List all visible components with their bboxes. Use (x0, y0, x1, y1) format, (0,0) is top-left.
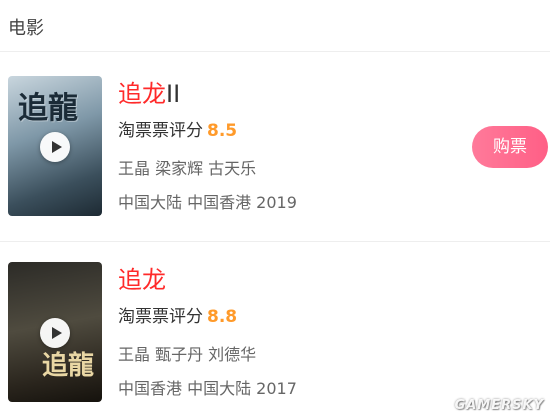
rating-label: 淘票票评分 (118, 307, 203, 327)
movie-region-year: 中国香港 中国大陆 2017 (118, 379, 297, 398)
movie-title[interactable]: 追龙II (118, 80, 180, 108)
movie-rating: 淘票票评分 8.8 (118, 306, 237, 328)
movie-title-text: 追龙 (118, 80, 166, 108)
movie-title[interactable]: 追龙 (118, 266, 166, 294)
movie-list-item[interactable]: 追龍 追龙II 淘票票评分 8.5 王晶 梁家辉 古天乐 中国大陆 中国香港 20… (0, 72, 550, 242)
movie-poster[interactable]: 追龍 (8, 262, 102, 402)
section-title: 电影 (8, 18, 44, 39)
movie-title-suffix: II (166, 80, 181, 108)
rating-label: 淘票票评分 (118, 121, 203, 141)
play-icon[interactable] (40, 318, 70, 348)
movie-list-item[interactable]: 追龍 追龙 淘票票评分 8.8 王晶 甄子丹 刘德华 中国香港 中国大陆 2017 (0, 258, 550, 417)
play-icon[interactable] (40, 132, 70, 162)
rating-score: 8.8 (207, 307, 238, 327)
watermark-logo: GAMERSKY (454, 398, 544, 413)
section-header: 电影 (0, 0, 550, 52)
buy-ticket-button[interactable]: 购票 (472, 126, 548, 168)
movie-poster[interactable]: 追龍 (8, 76, 102, 216)
rating-score: 8.5 (207, 121, 238, 141)
movie-region-year: 中国大陆 中国香港 2019 (118, 193, 297, 212)
movie-title-text: 追龙 (118, 266, 166, 294)
poster-logo: 追龍 (42, 351, 95, 381)
movie-cast: 王晶 甄子丹 刘德华 (118, 345, 257, 364)
poster-logo: 追龍 (18, 91, 78, 126)
movie-rating: 淘票票评分 8.5 (118, 120, 237, 142)
movie-cast: 王晶 梁家辉 古天乐 (118, 159, 257, 178)
